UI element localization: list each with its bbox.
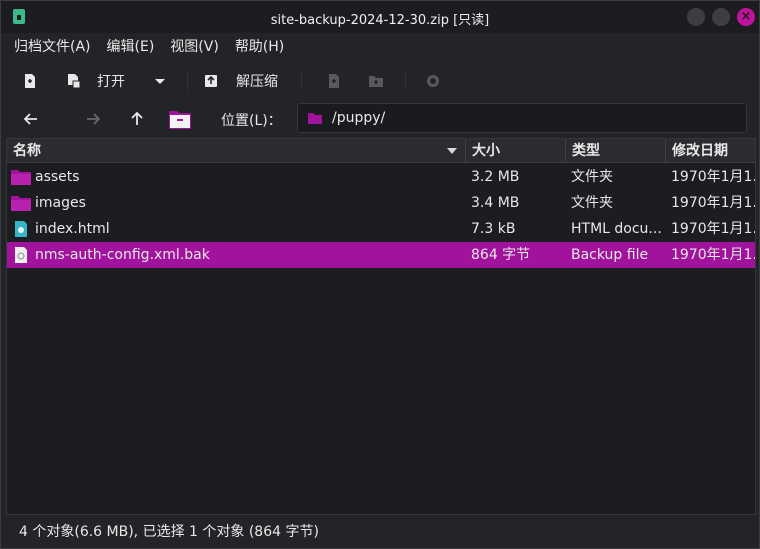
column-type[interactable]: 类型 bbox=[566, 139, 666, 163]
add-folder-icon bbox=[369, 76, 383, 87]
file-date: 1970年1月1... bbox=[671, 221, 755, 237]
minimize-button[interactable] bbox=[687, 8, 705, 26]
file-name: assets bbox=[35, 169, 80, 185]
toolbar-separator bbox=[405, 71, 406, 91]
file-date: 1970年1月1... bbox=[671, 247, 755, 263]
file-name: nms-auth-config.xml.bak bbox=[35, 247, 210, 263]
add-folder-button[interactable] bbox=[369, 63, 383, 99]
new-file-icon bbox=[25, 74, 35, 88]
location-field[interactable]: /puppy/ bbox=[297, 103, 747, 133]
menu-edit[interactable]: 编辑(E) bbox=[99, 34, 163, 60]
menu-archive[interactable]: 归档文件(A) bbox=[1, 34, 99, 60]
open-dropdown-button[interactable] bbox=[153, 63, 167, 99]
folder-icon bbox=[308, 112, 322, 124]
archive-window: site-backup-2024-12-30.zip [只读] × 归档文件(A… bbox=[0, 0, 760, 549]
arrow-up-icon bbox=[131, 112, 143, 125]
file-list[interactable]: 名称 大小 类型 修改日期 assets 3.2 MB 文件夹 1970年1月1… bbox=[6, 138, 756, 515]
folder-icon bbox=[11, 170, 31, 185]
file-date: 1970年1月1... bbox=[671, 169, 755, 185]
title-bar: site-backup-2024-12-30.zip [只读] × bbox=[1, 1, 759, 33]
toolbar-separator bbox=[301, 71, 302, 91]
maximize-button[interactable] bbox=[712, 8, 730, 26]
list-item-selected[interactable]: nms-auth-config.xml.bak 864 字节 Backup fi… bbox=[7, 242, 755, 268]
close-button[interactable]: × bbox=[737, 8, 755, 26]
toolbar-separator bbox=[187, 71, 188, 91]
menu-view[interactable]: 视图(V) bbox=[162, 34, 227, 60]
file-name: index.html bbox=[35, 221, 110, 237]
back-button[interactable] bbox=[17, 103, 45, 135]
file-type: 文件夹 bbox=[571, 195, 613, 211]
new-archive-button[interactable] bbox=[23, 63, 37, 99]
stop-button[interactable] bbox=[426, 63, 440, 99]
toolbar: 打开 解压缩 bbox=[1, 63, 759, 99]
window-title: site-backup-2024-12-30.zip [只读] bbox=[270, 13, 490, 28]
extract-icon bbox=[205, 75, 217, 87]
up-button[interactable] bbox=[123, 103, 151, 135]
file-size: 3.2 MB bbox=[471, 169, 520, 185]
menu-help[interactable]: 帮助(H) bbox=[227, 34, 292, 60]
open-file-icon bbox=[68, 74, 81, 88]
html-file-icon bbox=[15, 221, 27, 237]
stop-icon bbox=[427, 75, 439, 87]
file-type: 文件夹 bbox=[571, 169, 613, 185]
arrow-left-icon bbox=[24, 113, 37, 125]
column-name[interactable]: 名称 bbox=[7, 139, 466, 163]
arrow-right-icon bbox=[87, 113, 100, 125]
file-type: HTML docu... bbox=[571, 221, 662, 237]
home-button[interactable] bbox=[165, 103, 195, 135]
navigation-bar: 位置(L)： /puppy/ bbox=[1, 103, 759, 135]
file-type: Backup file bbox=[571, 247, 649, 263]
column-size[interactable]: 大小 bbox=[466, 139, 566, 163]
list-item[interactable]: images 3.4 MB 文件夹 1970年1月1... bbox=[7, 190, 755, 216]
open-label: 打开 bbox=[97, 74, 125, 90]
file-size: 3.4 MB bbox=[471, 195, 520, 211]
add-file-icon bbox=[329, 74, 339, 88]
status-bar: 4 个对象(6.6 MB), 已选择 1 个对象 (864 字节) bbox=[19, 524, 319, 540]
menu-bar: 归档文件(A) 编辑(E) 视图(V) 帮助(H) bbox=[1, 34, 759, 60]
file-date: 1970年1月1... bbox=[671, 195, 755, 211]
sort-descending-icon bbox=[447, 148, 457, 154]
file-name: images bbox=[35, 195, 86, 211]
list-header: 名称 大小 类型 修改日期 bbox=[7, 139, 755, 163]
add-files-button[interactable] bbox=[327, 63, 341, 99]
open-button[interactable]: 打开 bbox=[67, 63, 125, 99]
column-date[interactable]: 修改日期 bbox=[666, 139, 755, 163]
file-size: 864 字节 bbox=[471, 247, 531, 263]
forward-button[interactable] bbox=[79, 103, 107, 135]
file-size: 7.3 kB bbox=[471, 221, 516, 237]
list-item[interactable]: assets 3.2 MB 文件夹 1970年1月1... bbox=[7, 164, 755, 190]
location-label: 位置(L)： bbox=[221, 113, 282, 129]
extract-label: 解压缩 bbox=[236, 74, 278, 90]
chevron-down-icon bbox=[155, 79, 165, 84]
extract-button[interactable]: 解压缩 bbox=[204, 63, 278, 99]
list-item[interactable]: index.html 7.3 kB HTML docu... 1970年1月1.… bbox=[7, 216, 755, 242]
folder-icon bbox=[11, 196, 31, 211]
backup-file-icon bbox=[15, 247, 27, 263]
location-path: /puppy/ bbox=[332, 110, 386, 126]
home-folder-icon bbox=[169, 111, 191, 129]
